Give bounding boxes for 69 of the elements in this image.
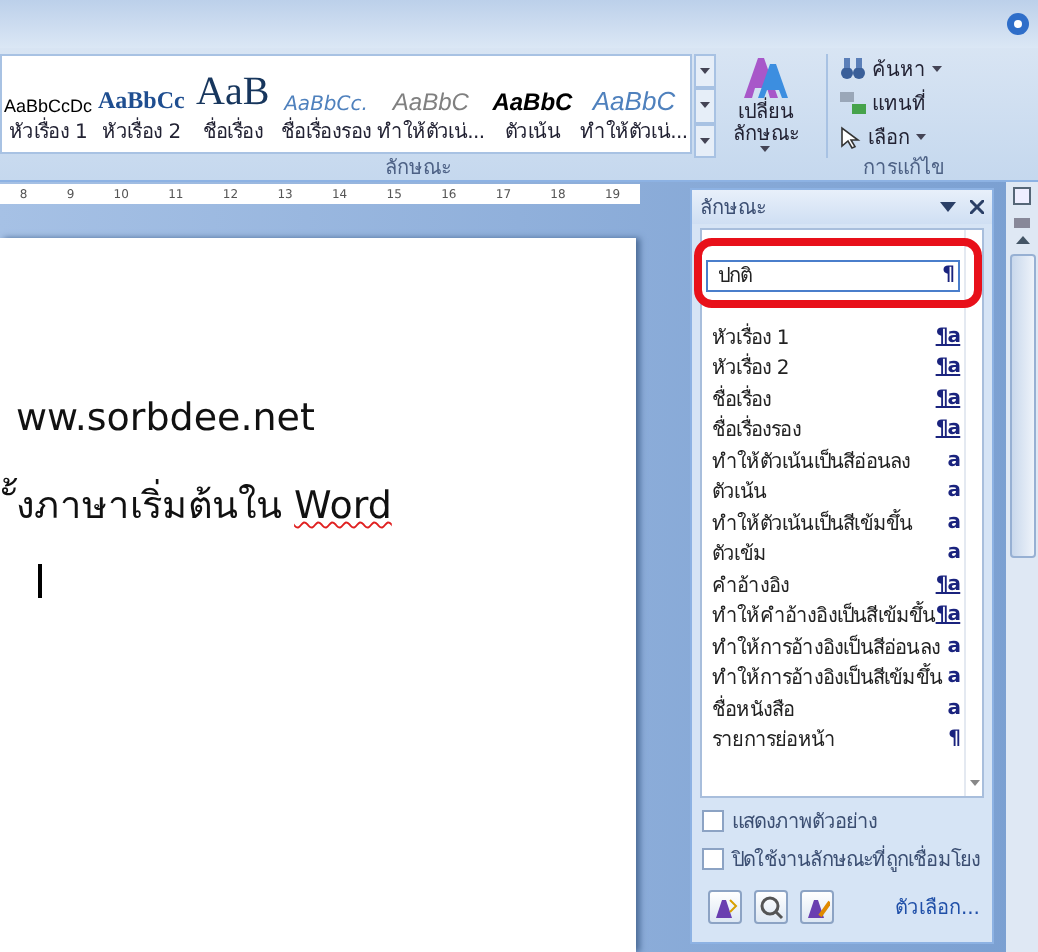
style-list-item[interactable]: รายการย่อหน้า ¶	[702, 724, 965, 755]
scrollbar[interactable]	[1006, 182, 1038, 952]
caret-icon	[760, 146, 771, 152]
scroll-up-icon[interactable]	[1015, 236, 1029, 244]
new-style-button[interactable]	[708, 890, 742, 924]
style-list-item[interactable]: คำอ้างอิง ¶a	[702, 569, 965, 600]
change-styles-button[interactable]: เปลี่ยน ลักษณะ	[721, 54, 810, 158]
style-list-item[interactable]: ชื่อเรื่อง ¶a	[702, 383, 965, 414]
text-cursor	[38, 564, 41, 598]
view-icon[interactable]	[1012, 186, 1032, 206]
options-link[interactable]: ตัวเลือก...	[894, 892, 980, 922]
style-list-item[interactable]: ทำให้การอ้างอิงเป็นสีเข้มขึ้น a	[702, 662, 965, 693]
pointer-icon	[839, 125, 862, 149]
style-list-item[interactable]: ชื่อหนังสือ a	[702, 693, 965, 724]
style-type-icon: a	[947, 449, 961, 472]
print-icon[interactable]	[1012, 212, 1032, 230]
editing-button[interactable]: แทนที่	[839, 88, 942, 118]
document-text: ww.sorbdee.net	[14, 394, 317, 444]
binoculars-icon	[839, 58, 866, 80]
pane-title: ลักษณะ	[700, 196, 768, 222]
style-type-icon: ¶a	[935, 573, 961, 596]
style-type-icon: ¶a	[935, 604, 961, 627]
caret-icon	[699, 102, 710, 109]
style-inspector-button[interactable]	[754, 890, 788, 924]
style-type-icon: ¶a	[935, 387, 961, 410]
style-list-item[interactable]: ชื่อเรื่องรอง ¶a	[702, 414, 965, 445]
new-style-icon	[712, 894, 738, 920]
style-list-item[interactable]: ทำให้ตัวเน้นเป็นสีอ่อนลง a	[702, 445, 965, 476]
style-type-icon: ¶	[942, 264, 955, 287]
editing-button[interactable]: เลือก	[839, 122, 942, 152]
replace-icon	[839, 92, 866, 114]
editing-button[interactable]: ค้นหา	[839, 54, 942, 84]
checkbox-label: ปิดใช้งานลักษณะที่ถูกเชื่อมโยง	[732, 844, 981, 874]
style-list-item[interactable]: ทำให้คำอ้างอิงเป็นสีเข้มขึ้น¶a	[702, 600, 965, 631]
style-list-item[interactable]: ตัวเข้ม a	[702, 538, 965, 569]
manage-styles-button[interactable]	[800, 890, 834, 924]
checkbox[interactable]	[702, 848, 724, 870]
style-list-item[interactable]: ตัวเน้น a	[702, 476, 965, 507]
manage-styles-icon	[804, 894, 830, 920]
style-list-item[interactable]: ทำให้การอ้างอิงเป็นสีอ่อนลง a	[702, 631, 965, 662]
gallery-scroll-button[interactable]	[693, 123, 716, 158]
style-type-icon: a	[947, 666, 961, 689]
group-label: ลักษณะ	[383, 158, 453, 184]
scroll-down-icon[interactable]	[969, 780, 980, 786]
style-type-icon: a	[947, 542, 961, 565]
caret-icon	[699, 137, 710, 144]
style-type-icon: ¶a	[935, 325, 961, 348]
checkbox[interactable]	[702, 810, 724, 832]
gallery-scroll-button[interactable]	[693, 54, 716, 89]
style-type-icon: a	[947, 697, 961, 720]
gallery-scroll-button[interactable]	[693, 88, 716, 124]
caret-icon	[699, 68, 710, 75]
document-text: ั้งภาษาเริ่มต้นใน Word	[0, 476, 636, 536]
style-list-item[interactable]: ทำให้ตัวเน้นเป็นสีเข้มขึ้น a	[702, 507, 965, 538]
style-list-item[interactable]: หัวเรื่อง 2 ¶a	[702, 352, 965, 383]
style-type-icon: ¶a	[935, 356, 961, 379]
style-type-icon: a	[947, 511, 961, 534]
style-type-icon: a	[947, 480, 961, 503]
group-label: การแก้ไข	[861, 158, 947, 184]
close-icon[interactable]	[970, 200, 984, 214]
help-icon[interactable]	[1006, 12, 1030, 36]
style-type-icon: a	[947, 635, 961, 658]
style-inspector-icon	[758, 894, 784, 920]
style-type-icon: ¶	[948, 728, 961, 751]
checkbox-label: แสดงภาพตัวอย่าง	[732, 810, 878, 836]
style-type-icon: ¶a	[935, 418, 961, 441]
style-list-item[interactable]: ปกติ ¶	[706, 260, 961, 291]
dropdown-icon[interactable]	[940, 202, 956, 212]
style-list-item[interactable]: หัวเรื่อง 1 ¶a	[702, 321, 965, 352]
